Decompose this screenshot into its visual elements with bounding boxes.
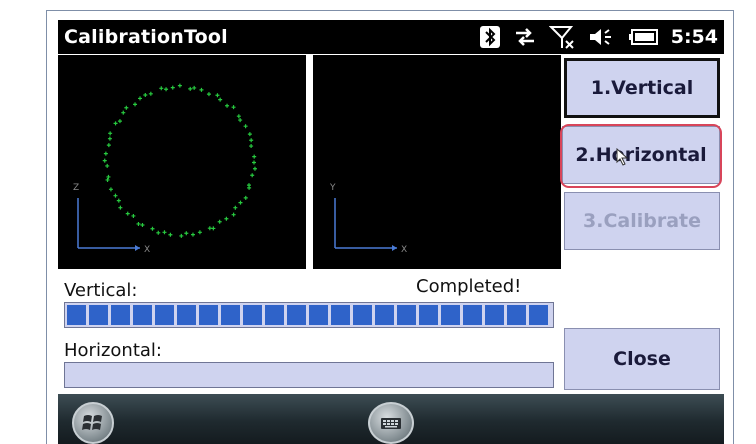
calibration-point (197, 230, 202, 235)
keyboard-icon (381, 418, 401, 429)
calibration-point (252, 154, 257, 159)
calibration-point (170, 85, 175, 90)
calibration-point (168, 232, 173, 237)
axis-up-label: Y (329, 183, 336, 193)
calibration-point (131, 213, 136, 218)
calibration-point (121, 110, 126, 115)
calibration-point (177, 83, 182, 88)
calibration-point (102, 158, 107, 163)
calibration-point (252, 166, 257, 171)
calibration-point (243, 124, 248, 129)
calibration-point (225, 103, 230, 108)
calibration-point (188, 86, 193, 91)
calibration-point (231, 212, 236, 217)
calibration-point (238, 118, 243, 123)
calibration-point (231, 105, 236, 110)
horizontal-plot: YX (313, 55, 561, 269)
calibration-point (133, 102, 138, 107)
close-button[interactable]: Close (564, 328, 720, 390)
calibration-point (103, 151, 108, 156)
vertical-plot: ZX (58, 55, 306, 269)
calibration-point (243, 195, 248, 200)
calibration-point (224, 216, 229, 221)
vertical-progress-label: Vertical: (64, 280, 138, 301)
calibration-point (199, 87, 204, 92)
app-title: CalibrationTool (64, 26, 228, 48)
axis-up-label: Z (73, 183, 79, 193)
calibration-point (218, 97, 223, 102)
calibration-point (156, 230, 161, 235)
signal-off-icon (548, 24, 575, 50)
calibration-point (184, 231, 189, 236)
calibration-point (247, 132, 252, 137)
calibration-point (249, 144, 254, 149)
sync-icon (513, 25, 537, 49)
clock: 5:54 (670, 26, 718, 48)
calibration-point (105, 163, 110, 168)
calibration-point (108, 187, 113, 192)
calibration-point (252, 160, 256, 165)
calibration-point (179, 233, 184, 238)
horizontal-button[interactable]: 2.Horizontal (562, 126, 720, 184)
keyboard-button[interactable] (368, 402, 414, 444)
axis-arrow-icon (392, 245, 397, 251)
calibration-point (150, 226, 155, 231)
calibration-point (143, 92, 148, 97)
calibration-point (113, 121, 118, 126)
calibration-point (192, 85, 197, 90)
calibration-point (162, 230, 167, 235)
calibration-point (233, 205, 238, 210)
calibration-point (138, 96, 143, 101)
calibration-point (124, 105, 129, 110)
bluetooth-icon (479, 25, 501, 49)
calibration-point (217, 219, 222, 224)
cursor-icon (616, 148, 629, 166)
vertical-button[interactable]: 1.Vertical (564, 58, 720, 118)
calibration-point (140, 222, 145, 227)
calibration-point (190, 232, 195, 237)
title-bar: CalibrationTool 5:54 (58, 20, 724, 54)
calibration-point (148, 91, 153, 96)
calibration-point (247, 185, 252, 190)
device-screen: CalibrationTool 5:54 ZX YX 1.Vertical 2.… (58, 20, 724, 444)
calibration-point (207, 226, 212, 231)
calibration-point (136, 221, 141, 226)
calibration-point (206, 92, 211, 97)
battery-icon (628, 27, 659, 47)
calibration-point (106, 143, 111, 148)
vertical-progress-bar (64, 302, 554, 328)
taskbar (58, 394, 724, 444)
horizontal-progress-label: Horizontal: (64, 340, 162, 361)
calibration-point (238, 200, 243, 205)
axis-right-label: X (144, 245, 150, 255)
vertical-status-text: Completed! (416, 276, 522, 297)
calibration-point (118, 205, 123, 210)
calibration-point (125, 211, 130, 216)
calibration-point (117, 119, 122, 124)
calibration-point (249, 138, 254, 143)
volume-icon (587, 25, 617, 49)
start-icon (82, 415, 102, 430)
vertical-progress-fill (67, 305, 551, 325)
calibration-point (159, 86, 164, 91)
calibrate-button[interactable]: 3.Calibrate (564, 192, 720, 250)
calibration-point (215, 93, 220, 98)
calibration-point (108, 131, 113, 136)
axis-right-label: X (401, 245, 407, 255)
calibration-point (250, 173, 255, 178)
axis-arrow-icon (135, 245, 140, 251)
calibration-point (236, 114, 241, 119)
calibration-point (113, 193, 118, 198)
calibration-point (211, 226, 216, 231)
horizontal-progress-bar (64, 362, 554, 388)
calibration-point (164, 87, 169, 92)
calibration-point (107, 136, 112, 141)
status-bar: 5:54 (479, 24, 718, 50)
calibration-point (116, 198, 121, 203)
start-button[interactable] (72, 402, 114, 444)
